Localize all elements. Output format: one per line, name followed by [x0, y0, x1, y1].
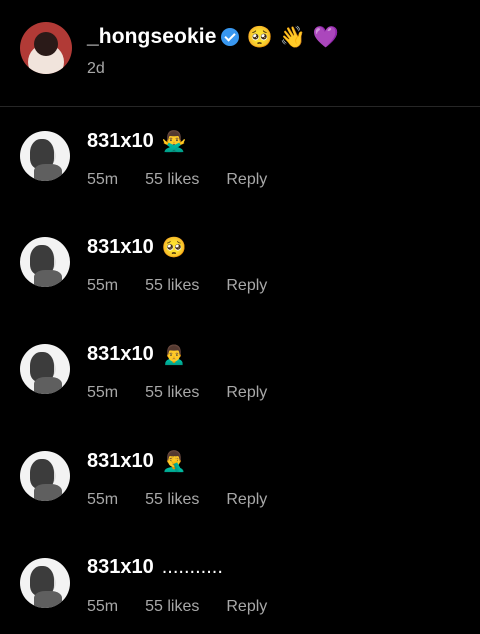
comment-item: 831x10 🙍‍♂️ 55m 55 likes Reply	[0, 320, 480, 410]
comment-body: 🙍‍♂️	[161, 344, 187, 366]
comment-body: 🥺	[161, 237, 187, 259]
comment-item: 831x10 🥺 55m 55 likes Reply	[0, 213, 480, 303]
comment-meta: 55m 55 likes Reply	[87, 277, 267, 295]
commenter-avatar[interactable]	[20, 344, 70, 394]
comment-text-row: 831x10 🙍‍♂️	[87, 342, 187, 367]
comment-meta: 55m 55 likes Reply	[87, 384, 267, 402]
comment-likes[interactable]: 55 likes	[145, 384, 199, 402]
comment-item: 831x10 🤦‍♂️ 55m 55 likes Reply	[0, 427, 480, 517]
commenter-username[interactable]: 831x10	[87, 450, 154, 473]
post-author-username[interactable]: _hongseokie	[87, 25, 216, 49]
commenter-username[interactable]: 831x10	[87, 556, 154, 579]
comment-time: 55m	[87, 491, 119, 508]
comment-time: 55m	[87, 171, 119, 188]
reply-button[interactable]: Reply	[226, 598, 267, 616]
reply-button[interactable]: Reply	[226, 384, 267, 402]
comment-text-row: 831x10 🙅‍♂️	[87, 129, 187, 154]
purple-heart-emoji: 💜	[312, 25, 339, 49]
waving-hand-emoji: 👋	[279, 25, 306, 49]
post-author-avatar[interactable]	[20, 22, 72, 74]
commenter-avatar[interactable]	[20, 131, 70, 181]
commenter-username[interactable]: 831x10	[87, 343, 154, 366]
comment-likes[interactable]: 55 likes	[145, 598, 199, 616]
comment-item: 831x10 🙅‍♂️ 55m 55 likes Reply	[0, 107, 480, 197]
comment-likes[interactable]: 55 likes	[145, 491, 199, 509]
commenter-avatar[interactable]	[20, 558, 70, 608]
comment-body: ...........	[161, 556, 223, 578]
comment-likes[interactable]: 55 likes	[145, 277, 199, 295]
reply-button[interactable]: Reply	[226, 491, 267, 509]
commenter-username[interactable]: 831x10	[87, 130, 154, 153]
comment-meta: 55m 55 likes Reply	[87, 598, 267, 616]
comment-meta: 55m 55 likes Reply	[87, 491, 267, 509]
comment-likes[interactable]: 55 likes	[145, 171, 199, 189]
comment-text-row: 831x10 🥺	[87, 235, 187, 260]
commenter-avatar[interactable]	[20, 237, 70, 287]
comment-item: 831x10 ........... 55m 55 likes Reply	[0, 534, 480, 624]
comment-text-row: 831x10 ...........	[87, 556, 223, 579]
comment-time: 55m	[87, 277, 119, 294]
post-author-row: _hongseokie 🥺 👋 💜	[87, 22, 339, 52]
commenter-username[interactable]: 831x10	[87, 236, 154, 259]
post-caption: _hongseokie 🥺 👋 💜 2d	[0, 0, 480, 106]
comment-meta: 55m 55 likes Reply	[87, 171, 267, 189]
reply-button[interactable]: Reply	[226, 171, 267, 189]
commenter-avatar[interactable]	[20, 451, 70, 501]
post-age: 2d	[87, 60, 105, 77]
comment-body: 🙅‍♂️	[161, 131, 187, 153]
reply-button[interactable]: Reply	[226, 277, 267, 295]
comment-time: 55m	[87, 598, 119, 615]
pleading-face-emoji: 🥺	[246, 25, 273, 49]
comment-time: 55m	[87, 384, 119, 401]
comment-body: 🤦‍♂️	[161, 451, 187, 473]
verified-badge-icon	[221, 28, 240, 46]
comment-text-row: 831x10 🤦‍♂️	[87, 449, 187, 474]
